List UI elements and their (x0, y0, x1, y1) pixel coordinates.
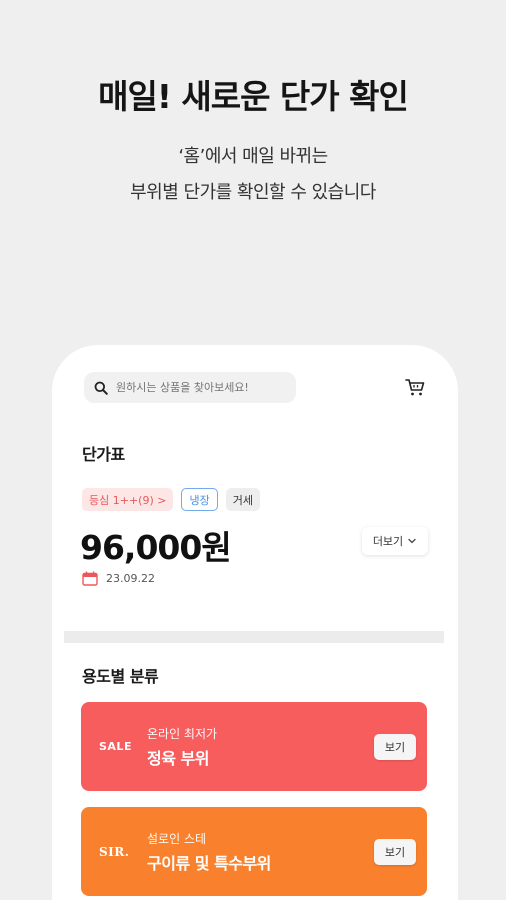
search-icon (94, 381, 108, 395)
channel-tag: 거세 (225, 488, 260, 511)
sale-badge: SALE (99, 740, 132, 753)
category-card-sirloin[interactable]: SIR. 설로인 스테 구이류 및 특수부위 보기 (81, 807, 427, 896)
hero-subtitle-line2: 부위별 단가를 확인할 수 있습니다 (130, 182, 376, 203)
card-subtitle: 온라인 최저가 (147, 727, 218, 741)
hero-title: 매일! 새로운 단가 확인 (98, 77, 409, 116)
price-value: 96,000원 (80, 528, 232, 567)
card-title: 구이류 및 특수부위 (147, 854, 271, 873)
price-table-title: 단가표 (82, 445, 125, 464)
more-button[interactable]: 더보기 (362, 527, 428, 555)
view-button[interactable]: 보기 (374, 734, 416, 760)
grade-tag[interactable]: 등심 1++(9) > (82, 488, 174, 511)
calendar-icon (82, 571, 98, 586)
section-divider (64, 631, 444, 643)
storage-tag: 냉장 (181, 488, 218, 511)
more-button-label: 더보기 (372, 535, 404, 548)
search-input[interactable] (116, 381, 286, 394)
category-card-sale[interactable]: SALE 온라인 최저가 정육 부위 보기 (81, 702, 427, 791)
hero-subtitle-line1: ‘홈’에서 매일 바뀌는 (178, 146, 328, 167)
price-tags: 등심 1++(9) > 냉장 거세 (82, 488, 260, 511)
phone-screen: 단가표 등심 1++(9) > 냉장 거세 96,000원 더보기 23.09.… (52, 345, 458, 900)
search-bar[interactable] (84, 372, 296, 403)
price-date: 23.09.22 (106, 572, 155, 585)
view-button[interactable]: 보기 (374, 839, 416, 865)
card-subtitle: 설로인 스테 (147, 832, 207, 846)
chevron-down-icon (408, 538, 416, 544)
sir-badge: SIR. (99, 844, 130, 859)
cart-icon[interactable] (404, 376, 426, 398)
card-title: 정육 부위 (147, 749, 209, 768)
date-row: 23.09.22 (82, 571, 155, 586)
category-title: 용도별 분류 (82, 667, 159, 686)
